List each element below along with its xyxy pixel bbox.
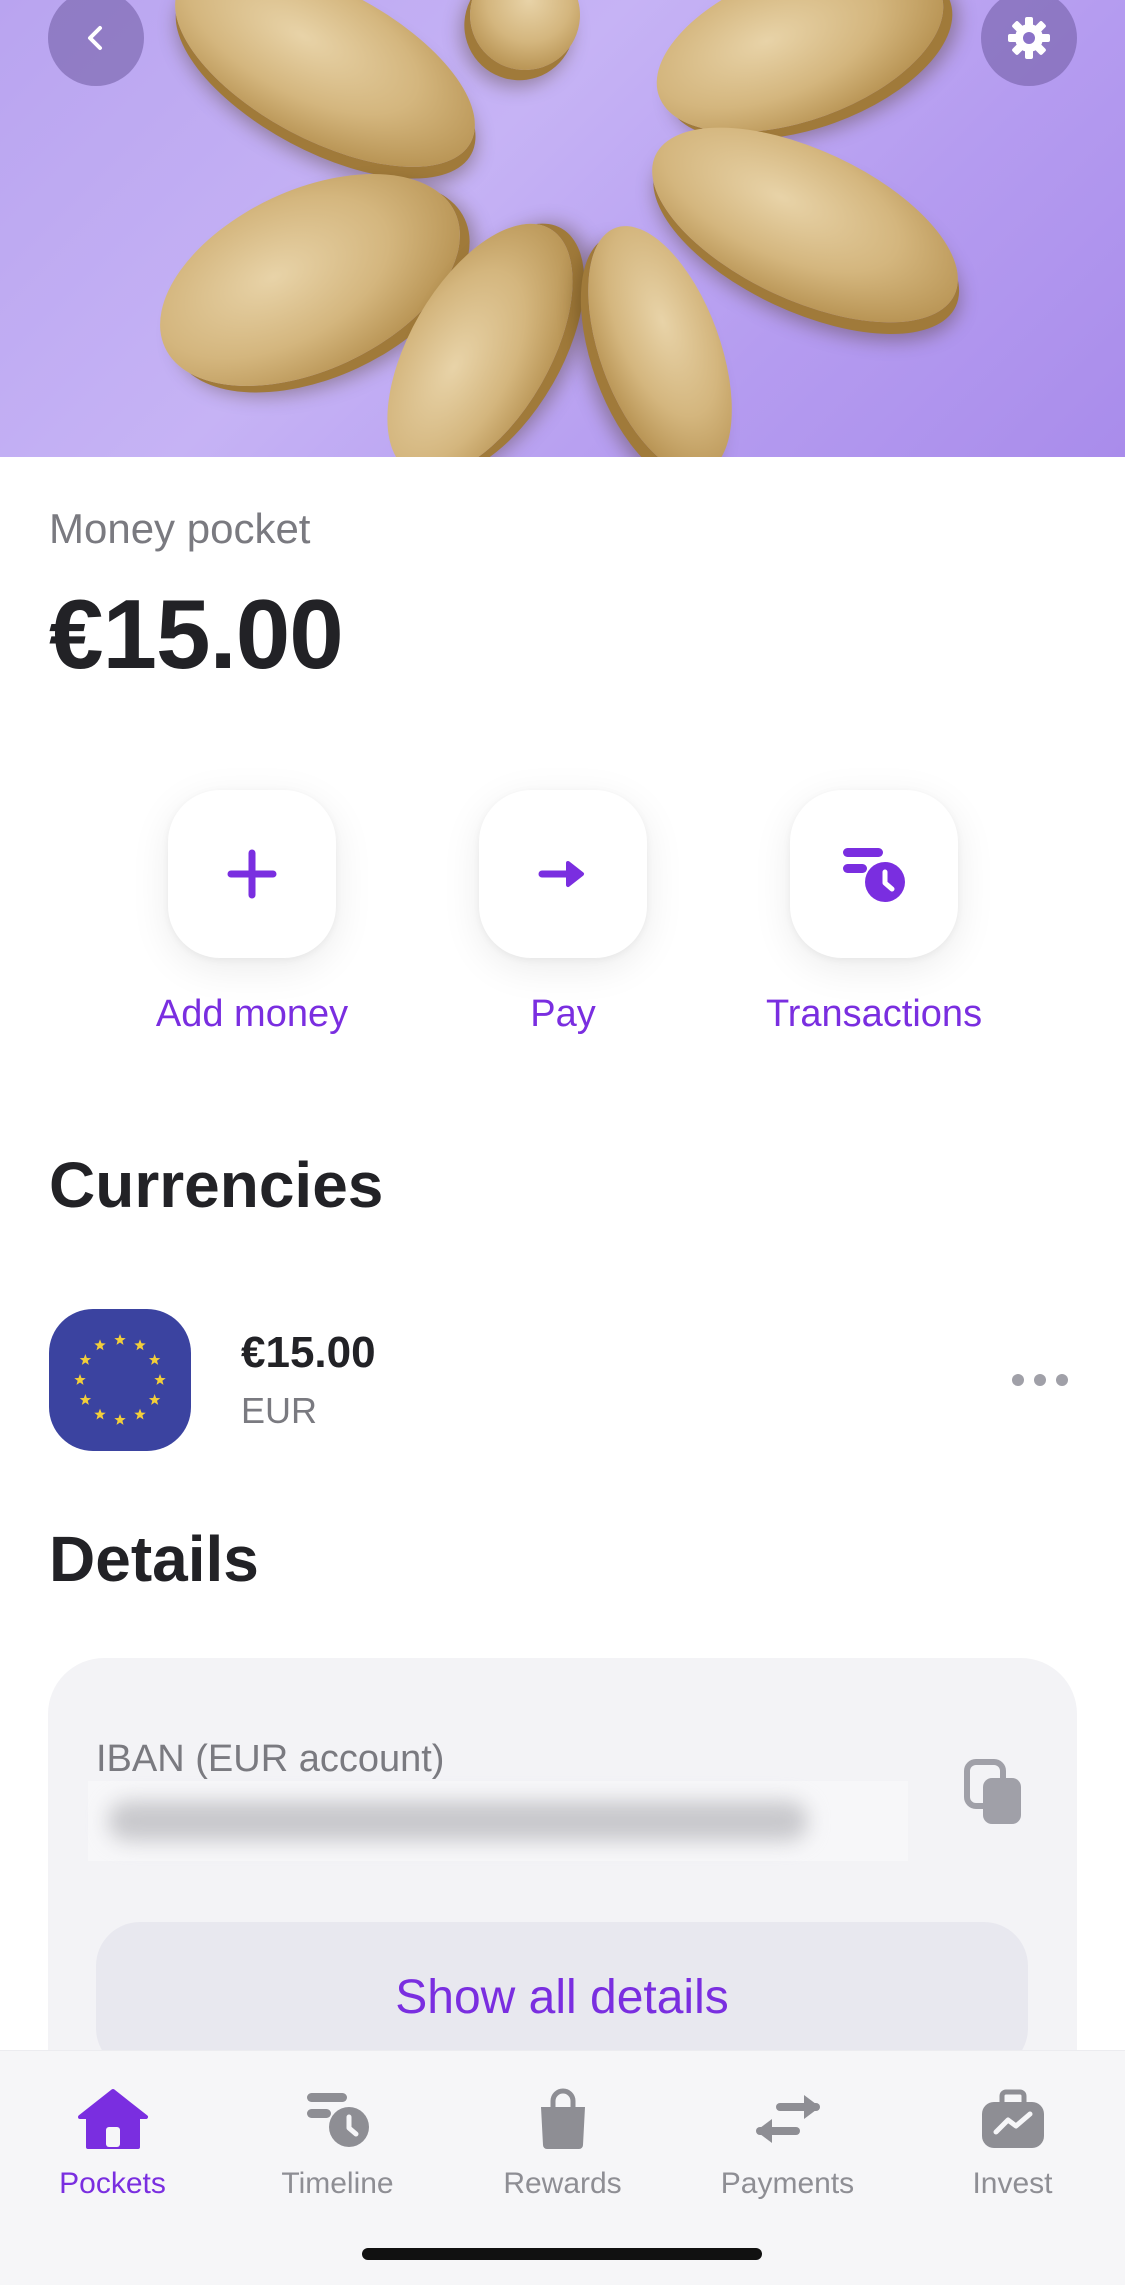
tab-pockets[interactable]: Pockets	[0, 2081, 225, 2201]
star-icon	[148, 1394, 161, 1405]
briefcase-chart-icon	[981, 2089, 1044, 2148]
transactions-label: Transactions	[765, 993, 983, 1035]
add-money-button[interactable]	[168, 790, 336, 958]
currency-amount: €15.00	[241, 1328, 376, 1377]
coin-image	[144, 0, 506, 209]
pay-button[interactable]	[479, 790, 647, 958]
currencies-title: Currencies	[49, 1149, 384, 1221]
tab-label: Pockets	[59, 2167, 166, 2200]
star-icon	[148, 1354, 161, 1365]
tab-label: Timeline	[281, 2167, 394, 2200]
tab-invest[interactable]: Invest	[900, 2081, 1125, 2201]
star-icon	[74, 1374, 86, 1385]
plus-icon	[227, 849, 277, 899]
star-icon	[79, 1354, 92, 1365]
dot-icon	[1056, 1374, 1068, 1386]
arrow-right-icon	[538, 861, 584, 887]
iban-value-redacted	[88, 1781, 908, 1861]
timeline-icon	[306, 2093, 369, 2147]
chevron-left-icon	[88, 26, 102, 50]
transactions-button[interactable]	[790, 790, 958, 958]
tab-label: Rewards	[503, 2167, 622, 2200]
star-icon	[114, 1334, 126, 1345]
eu-stars	[74, 1334, 166, 1425]
tab-label: Invest	[972, 2167, 1053, 2200]
copy-icon[interactable]	[963, 1758, 1027, 1828]
transactions-clock-icon	[843, 848, 905, 902]
iban-label: IBAN (EUR account)	[96, 1738, 445, 1780]
tab-payments[interactable]: Payments	[675, 2081, 900, 2201]
home-indicator	[362, 2248, 762, 2260]
home-icon	[77, 2089, 148, 2149]
hero-banner	[0, 0, 1125, 457]
gear-icon	[1008, 17, 1050, 59]
details-title: Details	[49, 1523, 259, 1595]
coin-image	[449, 0, 601, 91]
pay-label: Pay	[530, 993, 596, 1035]
star-icon	[114, 1414, 126, 1425]
dot-icon	[1034, 1374, 1046, 1386]
star-icon	[79, 1394, 92, 1405]
pocket-label: Money pocket	[49, 505, 311, 552]
currency-code: EUR	[241, 1390, 318, 1431]
pocket-balance: €15.00	[49, 579, 344, 689]
star-icon	[94, 1339, 106, 1351]
dot-icon	[1012, 1374, 1024, 1386]
star-icon	[134, 1408, 146, 1420]
add-money-label: Add money	[155, 993, 349, 1035]
star-icon	[94, 1408, 106, 1420]
transfer-arrows-icon	[755, 2095, 820, 2143]
tab-timeline[interactable]: Timeline	[225, 2081, 450, 2201]
settings-button[interactable]	[981, 0, 1077, 86]
eu-flag-icon	[49, 1309, 191, 1451]
details-card: IBAN (EUR account) Show all details	[48, 1658, 1077, 2118]
shopping-bag-icon	[540, 2088, 585, 2149]
back-button[interactable]	[48, 0, 144, 86]
more-options-button[interactable]	[1012, 1370, 1068, 1390]
tab-label: Payments	[720, 2167, 855, 2200]
star-icon	[134, 1339, 146, 1351]
tab-rewards[interactable]: Rewards	[450, 2081, 675, 2201]
star-icon	[154, 1374, 166, 1385]
